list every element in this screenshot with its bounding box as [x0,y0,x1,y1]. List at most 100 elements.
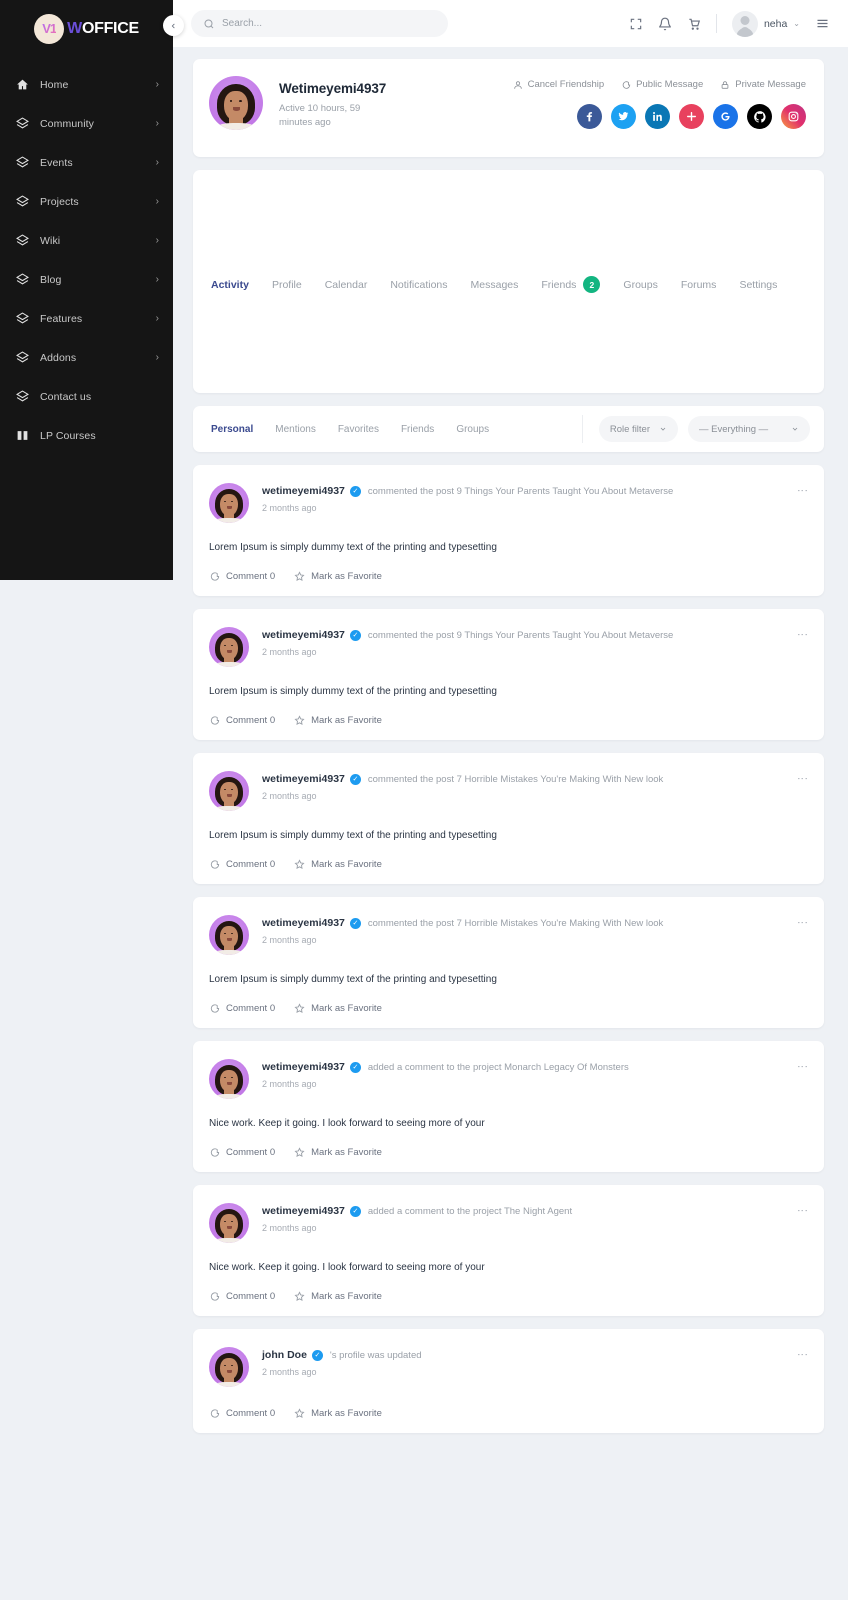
sidebar-item-label: Blog [40,273,62,286]
tab-settings[interactable]: Settings [739,279,777,291]
chevron-left-icon [170,21,177,31]
mark-as-favorite-button[interactable]: Mark as Favorite [294,1408,382,1419]
role-filter-select[interactable]: Role filter [598,416,678,442]
sidebar-item-features[interactable]: Features › [0,299,173,338]
sidebar-item-home[interactable]: Home › [0,65,173,104]
activity-timestamp: 2 months ago [262,935,317,945]
activity-user[interactable]: wetimeyemi4937 [262,917,345,929]
brand-mark-text: V1 [42,21,57,36]
public-message-button[interactable]: Public Message [621,79,703,90]
github-icon[interactable] [747,104,772,129]
avatar [209,915,249,955]
profile-active-status: Active 10 hours, 59 minutes ago [279,103,361,128]
cancel-friendship-button[interactable]: Cancel Friendship [513,79,604,90]
sidebar-item-events[interactable]: Events › [0,143,173,182]
comment-button[interactable]: Comment 0 [209,1291,275,1302]
tab-calendar[interactable]: Calendar [325,279,368,291]
everything-filter-select[interactable]: — Everything — [688,416,810,442]
subtab-personal[interactable]: Personal [211,424,253,435]
chevron-right-icon: › [155,352,159,363]
activity-user[interactable]: wetimeyemi4937 [262,1205,345,1217]
private-message-button[interactable]: Private Message [720,79,806,90]
mark-as-favorite-button[interactable]: Mark as Favorite [294,1147,382,1158]
verified-badge-icon: ✓ [349,485,361,497]
comment-button[interactable]: Comment 0 [209,859,275,870]
search-box[interactable] [191,10,448,37]
tab-forums[interactable]: Forums [681,279,717,291]
comment-button[interactable]: Comment 0 [209,1147,275,1158]
sidebar-item-label: Wiki [40,234,61,247]
activity-footer: Comment 0 Mark as Favorite [209,571,808,582]
cart-icon[interactable] [687,17,701,31]
sidebar-item-contact-us[interactable]: Contact us [0,377,173,416]
sidebar-item-wiki[interactable]: Wiki › [0,221,173,260]
activity-options-menu[interactable]: ⋮ [796,1205,808,1216]
tab-label: Calendar [324,278,368,291]
mark-as-favorite-button[interactable]: Mark as Favorite [294,571,382,582]
activity-options-menu[interactable]: ⋮ [796,485,808,496]
subtab-groups[interactable]: Groups [456,424,489,435]
comment-label: Comment 0 [226,1003,276,1014]
tab-profile[interactable]: Profile [272,279,302,291]
subtab-mentions[interactable]: Mentions [275,424,316,435]
comment-button[interactable]: Comment 0 [209,1003,275,1014]
mark-as-favorite-button[interactable]: Mark as Favorite [294,859,382,870]
sidebar-item-label: Home [40,78,69,91]
activity-body: Lorem Ipsum is simply dummy text of the … [209,686,497,697]
sidebar-item-addons[interactable]: Addons › [0,338,173,377]
sidebar-item-projects[interactable]: Projects › [0,182,173,221]
activity-options-menu[interactable]: ⋮ [796,773,808,784]
everything-filter-label: — Everything — [699,423,769,435]
mark-as-favorite-button[interactable]: Mark as Favorite [294,715,382,726]
activity-footer: Comment 0 Mark as Favorite [209,859,808,870]
comment-button[interactable]: Comment 0 [209,715,275,726]
twitter-icon[interactable] [611,104,636,129]
bell-icon[interactable] [658,17,672,31]
sidebar-item-community[interactable]: Community › [0,104,173,143]
tab-activity[interactable]: Activity [211,279,249,291]
tab-notifications[interactable]: Notifications [390,279,447,291]
star-icon [294,1003,305,1014]
page-title: Wetimeyemi4937 [279,81,387,96]
comment-icon [209,1408,220,1419]
fullscreen-icon[interactable] [629,17,643,31]
activity-user[interactable]: john Doe [262,1349,307,1361]
activity-options-menu[interactable]: ⋮ [796,1061,808,1072]
user-menu[interactable]: neha ⌄ [731,10,800,37]
avatar [209,1203,249,1243]
dribbble-icon[interactable] [679,104,704,129]
brand-logo[interactable]: V1 W OFFICE [0,0,173,57]
sidebar-item-blog[interactable]: Blog › [0,260,173,299]
mark-as-favorite-button[interactable]: Mark as Favorite [294,1003,382,1014]
tab-groups[interactable]: Groups [623,279,657,291]
activity-user[interactable]: wetimeyemi4937 [262,773,345,785]
filter-selects: Role filter — Everything — [598,416,810,442]
hamburger-menu-icon[interactable] [815,16,830,31]
activity-user[interactable]: wetimeyemi4937 [262,629,345,641]
tab-messages[interactable]: Messages [471,279,519,291]
activity-description: added a comment to the project Monarch L… [367,1061,629,1073]
sidebar-collapse-toggle[interactable] [163,15,184,36]
search-input[interactable] [222,18,436,29]
comment-button[interactable]: Comment 0 [209,571,275,582]
activity-header: wetimeyemi4937 ✓ commented the post 7 Ho… [209,771,808,811]
activity-options-menu[interactable]: ⋮ [796,1349,808,1360]
chevron-right-icon: › [155,274,159,285]
activity-options-menu[interactable]: ⋮ [796,629,808,640]
activity-user[interactable]: wetimeyemi4937 [262,1061,345,1073]
layers-icon [16,273,33,287]
google-icon[interactable] [713,104,738,129]
instagram-icon[interactable] [781,104,806,129]
sidebar-item-lp-courses[interactable]: LP Courses [0,416,173,455]
facebook-icon[interactable] [577,104,602,129]
avatar [731,10,758,37]
tab-friends[interactable]: Friends 2 [541,276,601,293]
linkedin-icon[interactable] [645,104,670,129]
profile-tabs: Activity Profile Calendar Notifications … [211,276,777,293]
activity-options-menu[interactable]: ⋮ [796,917,808,928]
activity-user[interactable]: wetimeyemi4937 [262,485,345,497]
subtab-favorites[interactable]: Favorites [338,424,379,435]
comment-button[interactable]: Comment 0 [209,1408,275,1419]
subtab-friends[interactable]: Friends [401,424,434,435]
mark-as-favorite-button[interactable]: Mark as Favorite [294,1291,382,1302]
